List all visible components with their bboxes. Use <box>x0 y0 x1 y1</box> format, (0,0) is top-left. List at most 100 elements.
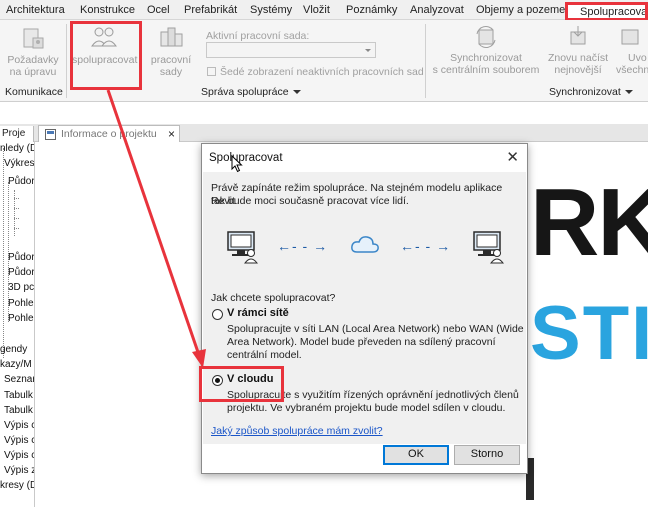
tree-connector <box>3 148 4 358</box>
tree-item[interactable]: Výpis z <box>4 465 34 476</box>
ribbon-separator <box>425 24 426 98</box>
project-browser-tree: nledy (D Výkres Půdor Půdor Půdor 3D pc … <box>0 142 35 507</box>
radio-network-desc-1: Spolupracujte v síti LAN (Local Area Net… <box>227 323 524 335</box>
radio-network-label[interactable]: V rámci sítě <box>227 307 289 319</box>
close-icon[interactable]: × <box>168 127 175 141</box>
computer-user-icon <box>473 231 505 264</box>
reload-label-2: nejnovější <box>554 64 602 76</box>
tree-connector <box>14 208 19 209</box>
help-link[interactable]: Jaký způsob spolupráce mám zvolit? <box>211 425 383 437</box>
worksets-icon <box>160 27 183 47</box>
tab-poznamky[interactable]: Poznámky <box>346 4 397 16</box>
tree-item[interactable]: Pohle <box>8 313 34 324</box>
computer-user-icon <box>227 231 259 264</box>
sync-label-1: Synchronizovat <box>450 52 522 64</box>
close-icon[interactable]: ✕ <box>506 148 519 166</box>
highlight-collaborate-button <box>70 21 142 90</box>
worksets-button[interactable]: pracovní sady <box>140 24 202 78</box>
active-workset-select[interactable] <box>206 42 376 58</box>
gray-inactive-worksets-button[interactable]: Šedé zobrazení neaktivních pracovních sa… <box>207 66 424 78</box>
collaborate-dialog: Spolupracovat ✕ Právě zapínáte režim spo… <box>201 143 528 474</box>
active-workset-label: Aktivní pracovní sada: <box>206 30 310 42</box>
tab-analyzovat[interactable]: Analyzovat <box>410 4 464 16</box>
chevron-down-icon <box>365 49 371 52</box>
gray-inactive-label: Šedé zobrazení neaktivních pracovních sa… <box>220 66 424 78</box>
tree-connector <box>14 228 19 229</box>
tab-konstrukce[interactable]: Konstrukce <box>80 4 135 16</box>
cloud-icon <box>351 236 379 253</box>
tab-prefabrikat[interactable]: Prefabrikát <box>184 4 237 16</box>
tree-item[interactable]: Výpis c <box>4 420 34 431</box>
tab-objemy-a-pozemek[interactable]: Objemy a pozemek <box>476 4 571 16</box>
radio-cloud-desc-2: projektu. Ve vybraném projektu bude mode… <box>227 402 506 414</box>
reload-latest-icon <box>570 26 586 45</box>
tree-item[interactable]: Výkres <box>4 158 34 169</box>
tree-item[interactable]: Pohle <box>8 298 34 309</box>
group-label-sprava-text: Správa spolupráce <box>201 86 289 98</box>
tab-vlozit[interactable]: Vložit <box>303 4 330 16</box>
dialog-intro-line-2: tak bude moci současně pracovat více lid… <box>211 195 409 207</box>
tree-item[interactable]: Tabulk <box>4 390 33 401</box>
sync-label-2: s centrálním souborem <box>432 64 540 76</box>
relinquish-all-button[interactable]: Uvo všechny <box>614 24 648 76</box>
tab-ocel[interactable]: Ocel <box>147 4 170 16</box>
dialog-question: Jak chcete spolupracovat? <box>211 292 336 304</box>
tree-connector <box>14 190 15 236</box>
worksets-label: pracovní sady <box>150 54 192 78</box>
tree-item[interactable]: Výpis c <box>4 450 34 461</box>
ok-button[interactable]: OK <box>383 445 449 465</box>
dashed-arrow-right: ←- - → <box>400 238 452 254</box>
group-label-komunikace: Komunikace <box>5 86 63 98</box>
view-tab-project-info[interactable]: Informace o projektu × <box>38 125 180 143</box>
tree-item[interactable]: kazy/M <box>0 359 32 370</box>
sync-icon <box>476 26 496 48</box>
tree-connector <box>14 218 19 219</box>
project-browser-tab[interactable]: Proje <box>0 126 34 142</box>
radio-network[interactable] <box>212 309 223 320</box>
editing-requests-label-2: na úpravu <box>9 66 57 78</box>
tree-item[interactable]: kresy (D <box>0 480 34 491</box>
sync-with-central-button[interactable]: Synchronizovat s centrálním souborem <box>430 24 542 76</box>
mouse-cursor-icon <box>231 155 243 173</box>
view-icon <box>45 129 56 140</box>
relinquish-icon <box>621 29 639 45</box>
tree-item[interactable]: 3D pc <box>8 282 34 293</box>
dashed-arrow-left: ←- - → <box>277 238 329 254</box>
tree-item[interactable]: Půdor <box>8 176 34 187</box>
reload-label-1: Znovu načíst <box>547 52 609 64</box>
editing-requests-button[interactable]: Požadavky na úpravu <box>4 26 62 78</box>
group-label-sprava-spoluprace[interactable]: Správa spolupráce <box>201 86 301 98</box>
ribbon-tab-bar: Architektura Konstrukce Ocel Prefabrikát… <box>0 0 648 20</box>
chevron-down-icon <box>624 90 633 95</box>
tree-connector <box>14 198 19 199</box>
editing-requests-icon <box>23 28 44 49</box>
reload-latest-button[interactable]: Znovu načíst nejnovější <box>546 24 610 76</box>
tab-architektura[interactable]: Architektura <box>6 4 65 16</box>
tree-item[interactable]: gendy <box>0 344 27 355</box>
tree-item[interactable]: Půdor <box>8 267 34 278</box>
chevron-down-icon <box>292 90 301 95</box>
tree-item[interactable]: Seznar <box>4 374 34 385</box>
editing-requests-label-1: Požadavky <box>7 54 59 66</box>
tree-item[interactable]: Půdor <box>8 252 34 263</box>
dialog-title: Spolupracovat <box>209 152 283 164</box>
tab-spolupracovat[interactable]: Spolupracovat <box>565 2 648 21</box>
relinquish-label-1: Uvo <box>628 52 647 64</box>
gray-inactive-icon <box>207 67 216 76</box>
tree-item[interactable]: Výpis c <box>4 435 34 446</box>
radio-network-desc-2: Area Network). Model bude převeden na sd… <box>227 336 496 348</box>
tree-item[interactable]: Tabulk <box>4 405 33 416</box>
dialog-titlebar[interactable]: Spolupracovat ✕ <box>202 144 527 172</box>
logo-text-bottom: STI <box>530 291 648 376</box>
view-tab-label: Informace o projektu <box>61 128 157 140</box>
group-label-synchronizovat[interactable]: Synchronizovat <box>549 86 633 98</box>
tree-item[interactable]: nledy (D <box>0 143 34 154</box>
group-label-sync-text: Synchronizovat <box>549 86 621 98</box>
cancel-button[interactable]: Storno <box>454 445 520 465</box>
logo-text-top: RK <box>530 169 648 276</box>
radio-network-desc-3: centrální model. <box>227 349 302 361</box>
highlight-cloud-option <box>199 366 284 402</box>
relinquish-label-2: všechny <box>616 64 648 76</box>
ribbon-separator <box>66 24 67 98</box>
tab-systemy[interactable]: Systémy <box>250 4 292 16</box>
